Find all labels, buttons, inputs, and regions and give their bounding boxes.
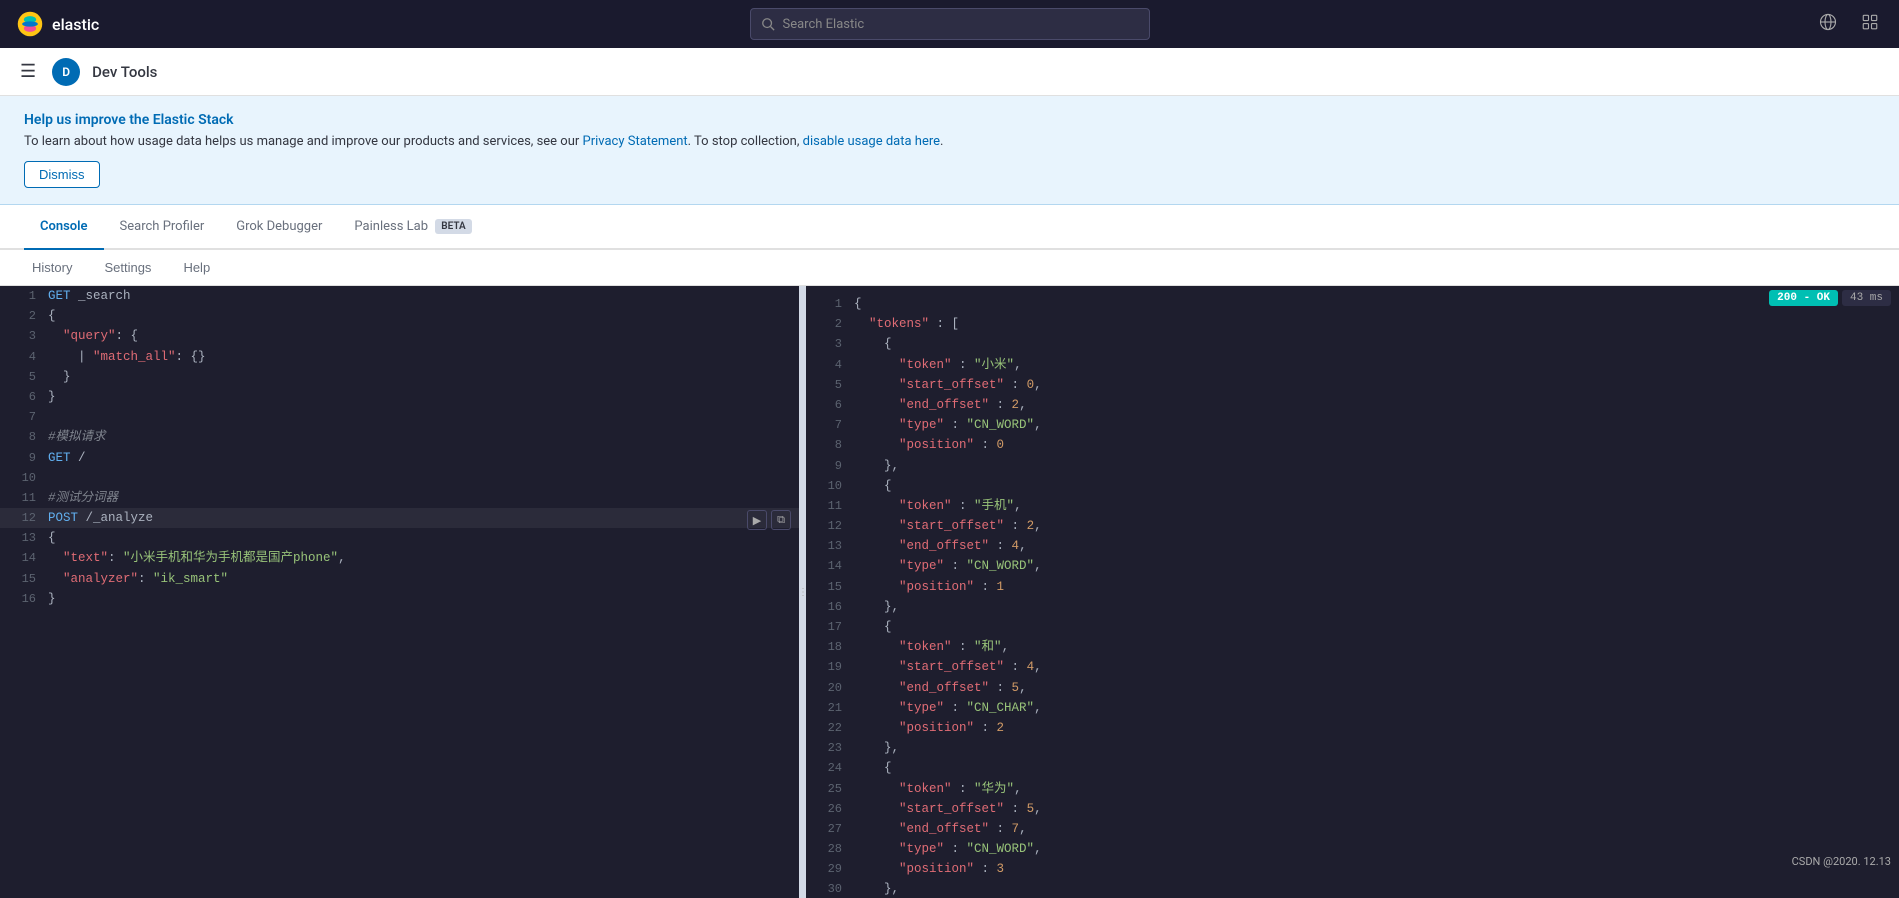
editor-line-2: 2 { bbox=[0, 306, 799, 326]
response-line-2: 2 "tokens" : [ bbox=[806, 314, 1899, 334]
response-line-23: 23 }, bbox=[806, 738, 1899, 758]
search-placeholder: Search Elastic bbox=[783, 17, 865, 32]
editor-line-12: 12 POST /_analyze ▶ ⧉ bbox=[0, 508, 799, 528]
search-icon bbox=[761, 17, 775, 31]
elastic-logo-icon bbox=[16, 10, 44, 38]
response-line-11: 11 "token" : "手机", bbox=[806, 496, 1899, 516]
code-editor-panel[interactable]: 1 GET _search 2 { 3 "query": { 4 | "matc… bbox=[0, 286, 800, 898]
tabs-bar: Console Search Profiler Grok Debugger Pa… bbox=[0, 205, 1899, 250]
editor-line-10: 10 bbox=[0, 468, 799, 488]
banner-text-middle: . To stop collection, bbox=[688, 134, 803, 149]
response-line-5: 5 "start_offset" : 0, bbox=[806, 375, 1899, 395]
elastic-logo: elastic bbox=[16, 10, 99, 38]
banner-text-before: To learn about how usage data helps us m… bbox=[24, 134, 583, 149]
editor-line-5: 5 } bbox=[0, 367, 799, 387]
response-line-12: 12 "start_offset" : 2, bbox=[806, 516, 1899, 536]
elastic-logo-text: elastic bbox=[52, 15, 99, 34]
editor-line-7: 7 bbox=[0, 407, 799, 427]
editor-line-6: 6 } bbox=[0, 387, 799, 407]
response-line-6: 6 "end_offset" : 2, bbox=[806, 395, 1899, 415]
tab-painless-lab[interactable]: Painless Lab BETA bbox=[338, 205, 487, 250]
search-bar-container: Search Elastic bbox=[750, 8, 1150, 40]
response-line-19: 19 "start_offset" : 4, bbox=[806, 657, 1899, 677]
editor-line-3: 3 "query": { bbox=[0, 326, 799, 346]
watermark: CSDN @2020. 12.13 bbox=[1792, 855, 1891, 868]
header-bar: ☰ D Dev Tools bbox=[0, 48, 1899, 96]
response-line-14: 14 "type" : "CN_WORD", bbox=[806, 556, 1899, 576]
response-line-20: 20 "end_offset" : 5, bbox=[806, 678, 1899, 698]
response-line-4: 4 "token" : "小米", bbox=[806, 355, 1899, 375]
toolbar: History Settings Help bbox=[0, 250, 1899, 286]
banner-body: To learn about how usage data helps us m… bbox=[24, 134, 1875, 149]
tab-console[interactable]: Console bbox=[24, 205, 104, 250]
avatar: D bbox=[52, 58, 80, 86]
copy-button[interactable]: ⧉ bbox=[771, 510, 791, 530]
response-line-22: 22 "position" : 2 bbox=[806, 718, 1899, 738]
response-line-29: 29 "position" : 3 bbox=[806, 859, 1899, 879]
response-line-18: 18 "token" : "和", bbox=[806, 637, 1899, 657]
editor-line-14: 14 "text": "小米手机和华为手机都是国产phone", bbox=[0, 548, 799, 568]
menu-button[interactable]: ☰ bbox=[16, 57, 40, 86]
response-code: 1 { 2 "tokens" : [ 3 { 4 "token" : "小米", bbox=[806, 286, 1899, 898]
page-title: Dev Tools bbox=[92, 63, 157, 81]
search-bar[interactable]: Search Elastic bbox=[750, 8, 1150, 40]
editor-line-15: 15 "analyzer": "ik_smart" bbox=[0, 569, 799, 589]
response-line-3: 3 { bbox=[806, 334, 1899, 354]
banner-text-after: . bbox=[940, 134, 943, 149]
response-line-24: 24 { bbox=[806, 758, 1899, 778]
beta-badge: BETA bbox=[435, 219, 471, 234]
editor-line-8: 8 #模拟请求 bbox=[0, 427, 799, 447]
editor-line-4: 4 | "match_all": {} bbox=[0, 347, 799, 367]
status-badge: 200 - OK bbox=[1769, 290, 1838, 306]
editor-line-13: 13 { bbox=[0, 528, 799, 548]
response-line-25: 25 "token" : "华为", bbox=[806, 779, 1899, 799]
info-banner: Help us improve the Elastic Stack To lea… bbox=[0, 96, 1899, 205]
response-line-17: 17 { bbox=[806, 617, 1899, 637]
editor-line-16: 16 } bbox=[0, 589, 799, 609]
response-line-27: 27 "end_offset" : 7, bbox=[806, 819, 1899, 839]
line-actions: ▶ ⧉ bbox=[747, 510, 791, 530]
help-button[interactable]: Help bbox=[175, 256, 218, 279]
response-line-8: 8 "position" : 0 bbox=[806, 435, 1899, 455]
run-button[interactable]: ▶ bbox=[747, 510, 767, 530]
response-line-26: 26 "start_offset" : 5, bbox=[806, 799, 1899, 819]
response-line-13: 13 "end_offset" : 4, bbox=[806, 536, 1899, 556]
grid-icon bbox=[1861, 13, 1879, 31]
response-line-9: 9 }, bbox=[806, 456, 1899, 476]
dismiss-button[interactable]: Dismiss bbox=[24, 161, 100, 188]
tab-grok-debugger[interactable]: Grok Debugger bbox=[220, 205, 338, 250]
globe-icon bbox=[1819, 13, 1837, 31]
editor-line-11: 11 #测试分词器 bbox=[0, 488, 799, 508]
editor-line-1: 1 GET _search bbox=[0, 286, 799, 306]
globe-icon-btn[interactable] bbox=[1815, 9, 1841, 40]
settings-button[interactable]: Settings bbox=[96, 256, 159, 279]
nav-right bbox=[1815, 9, 1883, 40]
grid-icon-btn[interactable] bbox=[1857, 9, 1883, 40]
response-time: 43 ms bbox=[1842, 290, 1891, 306]
status-row: 200 - OK 43 ms bbox=[1761, 286, 1899, 310]
response-panel: 200 - OK 43 ms 1 { 2 "tokens" : [ 3 { 4 bbox=[806, 286, 1899, 898]
response-line-7: 7 "type" : "CN_WORD", bbox=[806, 415, 1899, 435]
top-nav: elastic Search Elastic bbox=[0, 0, 1899, 48]
history-button[interactable]: History bbox=[24, 256, 80, 279]
banner-title: Help us improve the Elastic Stack bbox=[24, 112, 1875, 128]
response-line-21: 21 "type" : "CN_CHAR", bbox=[806, 698, 1899, 718]
response-line-16: 16 }, bbox=[806, 597, 1899, 617]
disable-usage-link[interactable]: disable usage data here bbox=[803, 134, 940, 149]
response-line-15: 15 "position" : 1 bbox=[806, 577, 1899, 597]
response-line-1: 1 { bbox=[806, 294, 1899, 314]
editor-line-9: 9 GET / bbox=[0, 448, 799, 468]
response-line-10: 10 { bbox=[806, 476, 1899, 496]
response-line-30: 30 }, bbox=[806, 879, 1899, 898]
response-line-28: 28 "type" : "CN_WORD", bbox=[806, 839, 1899, 859]
tab-search-profiler[interactable]: Search Profiler bbox=[104, 205, 221, 250]
privacy-statement-link[interactable]: Privacy Statement bbox=[583, 134, 688, 149]
editor-area: 1 GET _search 2 { 3 "query": { 4 | "matc… bbox=[0, 286, 1899, 898]
